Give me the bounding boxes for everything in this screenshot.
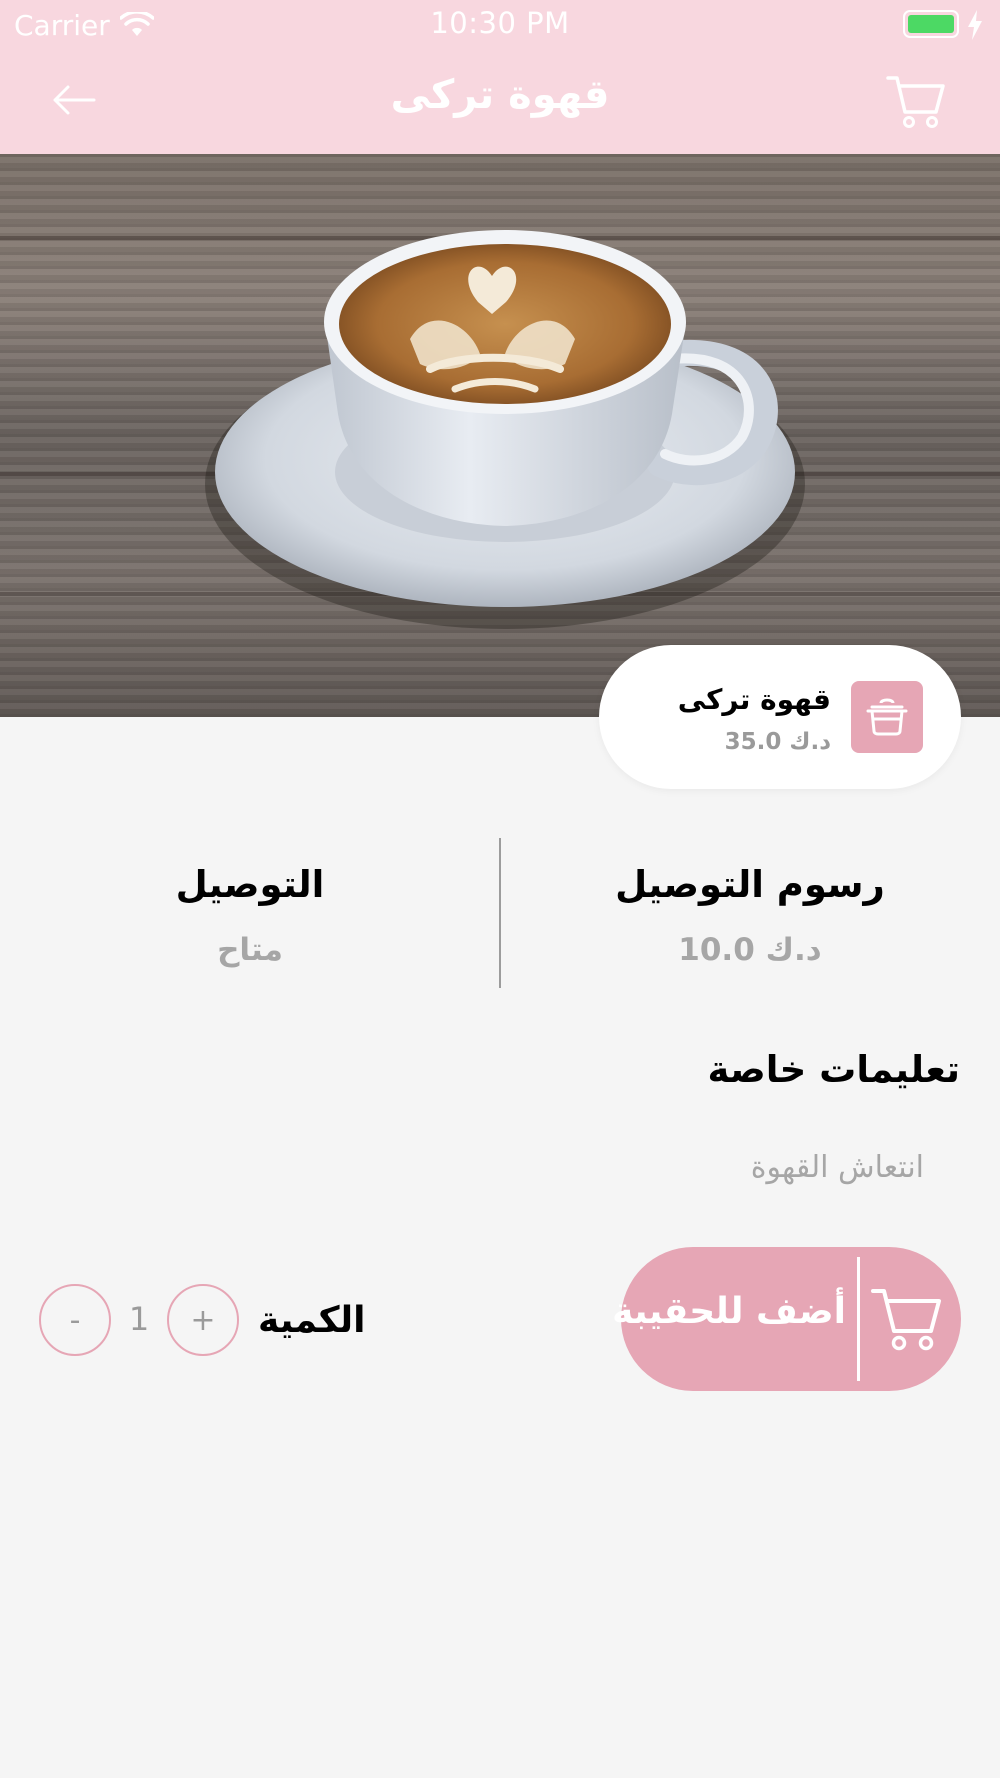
battery-icon <box>903 10 959 38</box>
add-to-bag-button[interactable]: أضف للحقيبة <box>612 1247 961 1391</box>
top-bar: Carrier 10:30 PM قهوة تركى <box>0 0 1000 154</box>
quantity-increase-button[interactable]: + <box>167 1284 239 1356</box>
quantity-value: 1 <box>128 1300 150 1338</box>
delivery-fee-heading: رسوم التوصيل <box>615 863 885 906</box>
coffee-cup-illustration <box>205 230 805 629</box>
add-to-bag-label: أضف للحقيبة <box>612 1291 846 1332</box>
page-title: قهوة تركى <box>390 72 610 118</box>
add-to-bag-divider <box>857 1257 860 1381</box>
delivery-fee-value: 10.0 د.ك <box>678 932 822 968</box>
product-image <box>0 154 1000 717</box>
charging-icon <box>968 10 982 40</box>
special-instructions-title: تعليمات خاصة <box>707 1048 961 1091</box>
product-category-badge <box>851 681 923 753</box>
cart-icon[interactable] <box>886 72 946 130</box>
product-price: 35.0 د.ك <box>724 729 831 755</box>
special-instructions-input[interactable] <box>324 1142 924 1192</box>
cart-icon <box>871 1289 941 1351</box>
quantity-label: الكمية <box>258 1300 366 1341</box>
battery-level <box>908 15 954 33</box>
product-summary-card: قهوة تركى 35.0 د.ك <box>599 645 961 789</box>
delivery-fee-section: رسوم التوصيل 10.0 د.ك <box>500 862 1000 970</box>
product-name: قهوة تركى <box>677 683 831 716</box>
delivery-availability-section: التوصيل متاح <box>0 862 500 970</box>
quantity-decrease-button[interactable]: - <box>39 1284 111 1356</box>
cooking-pot-icon <box>866 698 908 736</box>
status-time: 10:30 PM <box>430 6 570 40</box>
delivery-availability-value: متاح <box>217 932 283 968</box>
delivery-heading: التوصيل <box>175 863 325 906</box>
